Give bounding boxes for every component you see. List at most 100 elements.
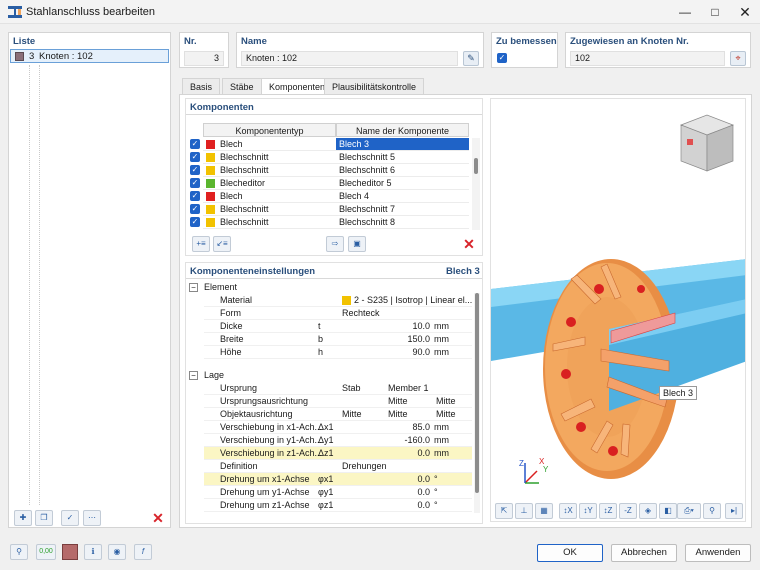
delete-component-icon[interactable]: ✕ [460, 236, 478, 252]
settings-row[interactable]: Definition Drehungen [204, 460, 472, 473]
assigned-field[interactable]: 102 [570, 51, 725, 66]
settings-row-value[interactable]: 10.0 [344, 320, 430, 333]
settings-row-value[interactable]: 0.0 [344, 486, 430, 499]
settings-row[interactable]: Drehung um y1-Achse φy1 0.0 ° [204, 486, 472, 499]
settings-row-value[interactable]: 90.0 [344, 346, 430, 359]
collapse-icon[interactable]: − [189, 283, 198, 292]
component-checkbox[interactable]: ✓ [190, 165, 200, 175]
settings-row[interactable]: Dicke t 10.0 mm [204, 320, 472, 333]
settings-row[interactable]: Drehung um z1-Achse φz1 0.0 ° [204, 499, 472, 512]
3d-viewport[interactable]: Blech 3 X Y Z ⇱ ⊥ ▦ ↕X ↕Y ↕Z -Z ◈ ◧ ⎙▾ ⚲… [490, 98, 746, 522]
settings-row[interactable]: Drehung um x1-Achse φx1 0.0 ° [204, 473, 472, 486]
view-x-icon[interactable]: ↕X [559, 503, 577, 519]
settings-row-value[interactable]: Rechteck [342, 307, 380, 320]
color-icon[interactable] [62, 544, 78, 560]
settings-row[interactable]: Höhe h 90.0 mm [204, 346, 472, 359]
component-row[interactable]: ✓ Blecheditor Blecheditor 5 [186, 177, 470, 190]
scrollbar-thumb[interactable] [475, 293, 479, 493]
settings-row-value-2[interactable]: Mitte [388, 395, 408, 408]
select-node-icon[interactable]: ⌖ [730, 51, 746, 66]
settings-scrollbar[interactable] [474, 293, 480, 513]
component-row[interactable]: ✓ Blechschnitt Blechschnitt 8 [186, 216, 470, 229]
delete-item-icon[interactable]: ✕ [149, 510, 167, 526]
component-row[interactable]: ✓ Blechschnitt Blechschnitt 5 [186, 151, 470, 164]
settings-row[interactable]: Form Rechteck [204, 307, 472, 320]
name-field[interactable]: Knoten : 102 [241, 51, 458, 66]
cancel-button[interactable]: Abbrechen [611, 544, 677, 562]
zoom-tool-icon[interactable]: ⚲ [703, 503, 721, 519]
close-icon[interactable]: ✕ [730, 0, 760, 24]
settings-row-value[interactable]: 85.0 [344, 421, 430, 434]
settings-row-value-3[interactable]: Mitte [436, 408, 456, 421]
settings-row[interactable]: Ursprungsausrichtung Mitte Mitte [204, 395, 472, 408]
settings-row-value-1[interactable]: Mitte [342, 408, 362, 421]
component-row[interactable]: ✓ Blech Blech 3 [186, 138, 470, 151]
view-y-icon[interactable]: ↕Y [579, 503, 597, 519]
print-icon[interactable]: ⎙▾ [677, 503, 701, 519]
check-selection-icon[interactable]: ✓ [61, 510, 79, 526]
list-item[interactable]: 3 Knoten : 102 [10, 49, 169, 63]
uncheck-selection-icon[interactable]: ⋯ [83, 510, 101, 526]
view-z-icon[interactable]: ↕Z [599, 503, 617, 519]
collapse-icon[interactable]: − [189, 371, 198, 380]
component-row[interactable]: ✓ Blech Blech 4 [186, 190, 470, 203]
settings-row[interactable]: Verschiebung in z1-Ach... Δz1 0.0 mm [204, 447, 472, 460]
design-checkbox[interactable]: ✓ [497, 53, 507, 63]
settings-row[interactable]: Ursprung Stab Member 1 [204, 382, 472, 395]
settings-row-value[interactable]: 0.0 [344, 473, 430, 486]
maximize-icon[interactable]: □ [700, 0, 730, 24]
tab-staebe[interactable]: Stäbe [222, 78, 262, 94]
component-checkbox[interactable]: ✓ [190, 178, 200, 188]
column-header-name[interactable]: Name der Komponente [336, 123, 469, 137]
settings-row-value[interactable]: 0.0 [344, 447, 430, 460]
add-component-icon[interactable]: +≡ [192, 236, 210, 252]
copy-item-icon[interactable]: ❐ [35, 510, 53, 526]
display-options-icon[interactable]: ▦ [535, 503, 553, 519]
components-scrollbar[interactable] [472, 138, 480, 230]
column-header-type[interactable]: Komponententyp [203, 123, 336, 137]
settings-group-header[interactable]: − Element [186, 281, 472, 294]
info-icon[interactable]: ℹ [84, 544, 102, 560]
panel-toggle-icon[interactable]: ▸| [725, 503, 743, 519]
component-row[interactable]: ✓ Blechschnitt Blechschnitt 6 [186, 164, 470, 177]
nr-field[interactable]: 3 [184, 51, 224, 66]
apply-button[interactable]: Anwenden [685, 544, 751, 562]
iso-view-icon[interactable]: ◈ [639, 503, 657, 519]
settings-row-value-3[interactable]: Mitte [436, 395, 456, 408]
component-checkbox[interactable]: ✓ [190, 217, 200, 227]
insert-component-icon[interactable]: ↙≡ [213, 236, 231, 252]
component-checkbox[interactable]: ✓ [190, 139, 200, 149]
settings-row[interactable]: Breite b 150.0 mm [204, 333, 472, 346]
settings-row-value[interactable]: -160.0 [344, 434, 430, 447]
settings-row[interactable]: Objektausrichtung Mitte Mitte Mitte [204, 408, 472, 421]
settings-group-header[interactable]: − Lage [186, 369, 472, 382]
import-component-icon[interactable]: ⇨ [326, 236, 344, 252]
tab-basis[interactable]: Basis [182, 78, 221, 94]
view-minus-z-icon[interactable]: -Z [619, 503, 637, 519]
view-icon[interactable]: ◉ [108, 544, 126, 560]
edit-name-icon[interactable]: ✎ [463, 51, 479, 66]
component-checkbox[interactable]: ✓ [190, 152, 200, 162]
settings-row[interactable]: Verschiebung in x1-Ach... Δx1 85.0 mm [204, 421, 472, 434]
new-item-icon[interactable]: ✚ [14, 510, 32, 526]
units-icon[interactable]: 0,00 [36, 544, 56, 560]
component-checkbox[interactable]: ✓ [190, 191, 200, 201]
settings-row[interactable]: Verschiebung in y1-Ach... Δy1 -160.0 mm [204, 434, 472, 447]
select-mode-icon[interactable]: ⇱ [495, 503, 513, 519]
search-icon[interactable]: ⚲ [10, 544, 28, 560]
component-checkbox[interactable]: ✓ [190, 204, 200, 214]
settings-row-value[interactable]: 0.0 [344, 499, 430, 512]
settings-row-value[interactable]: 2 - S235 | Isotrop | Linear el... [354, 294, 472, 307]
settings-row-value-1[interactable]: Stab [342, 382, 361, 395]
component-row[interactable]: ✓ Blechschnitt Blechschnitt 7 [186, 203, 470, 216]
ok-button[interactable]: OK [537, 544, 603, 562]
settings-row-value[interactable]: 150.0 [344, 333, 430, 346]
render-mode-icon[interactable]: ◧ [659, 503, 677, 519]
minimize-icon[interactable]: — [670, 0, 700, 24]
settings-row-value-1[interactable]: Drehungen [342, 460, 387, 473]
scrollbar-thumb[interactable] [474, 158, 478, 174]
save-component-icon[interactable]: ▣ [348, 236, 366, 252]
settings-row-value-2[interactable]: Mitte [388, 408, 408, 421]
tab-plausibilitaetskontrolle[interactable]: Plausibilitätskontrolle [324, 78, 425, 94]
tab-komponenten[interactable]: Komponenten [261, 78, 334, 95]
